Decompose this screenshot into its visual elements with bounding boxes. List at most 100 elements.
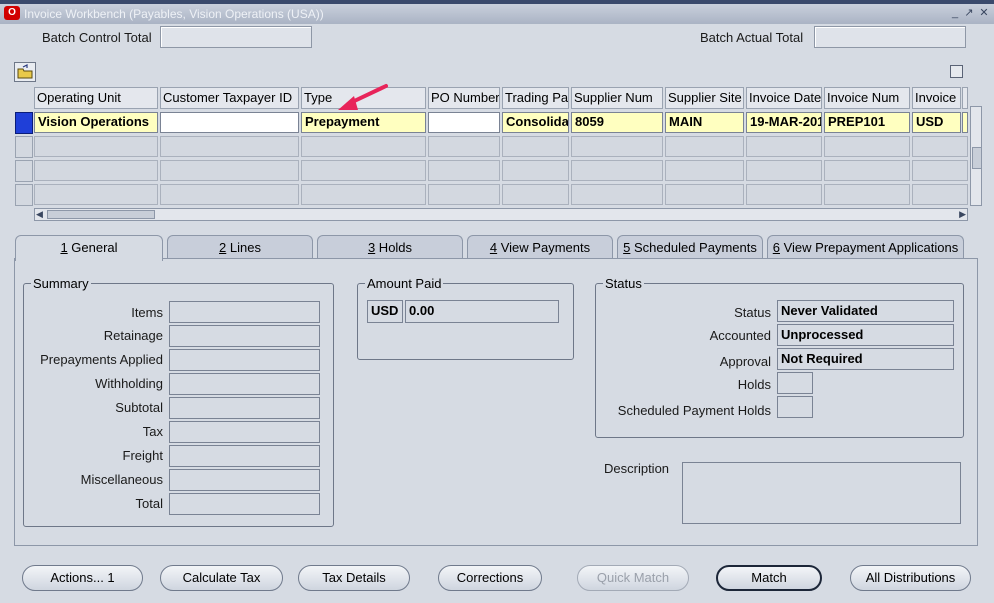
grid-cell[interactable] <box>428 136 500 157</box>
items-field[interactable] <box>169 301 320 323</box>
grid-cell[interactable] <box>665 184 744 205</box>
folder-checkbox[interactable] <box>950 65 963 78</box>
scheduled-payment-holds-field[interactable] <box>777 396 813 418</box>
prepayments-applied-field[interactable] <box>169 349 320 371</box>
grid-cell[interactable] <box>746 160 822 181</box>
invoice-currency-cell[interactable]: USD <box>912 112 961 133</box>
match-button[interactable]: Match <box>716 565 822 591</box>
grid-cell[interactable] <box>160 136 299 157</box>
tab-view-prepayment-applications[interactable]: 6 View Prepayment Applications <box>767 235 964 259</box>
batch-actual-total-field[interactable] <box>814 26 966 48</box>
invoice-num-cell[interactable]: PREP101 <box>824 112 910 133</box>
grid-cell[interactable] <box>502 136 569 157</box>
folder-icon[interactable] <box>14 62 36 82</box>
grid-cell[interactable] <box>665 136 744 157</box>
actions-button[interactable]: Actions... 1 <box>22 565 143 591</box>
grid-cell[interactable] <box>746 136 822 157</box>
grid-cell[interactable] <box>34 136 158 157</box>
row-indicator[interactable] <box>15 136 33 158</box>
grid-cell[interactable] <box>912 184 968 205</box>
approval-value-field[interactable]: Not Required <box>777 348 954 370</box>
subtotal-field[interactable] <box>169 397 320 419</box>
col-header-trading-partner[interactable]: Trading Pa <box>502 87 569 109</box>
grid-cell[interactable] <box>301 184 426 205</box>
trading-partner-cell[interactable]: Consolida <box>502 112 569 133</box>
overflow-cell <box>962 112 968 133</box>
minimize-icon[interactable]: _ <box>948 6 962 20</box>
grid-cell[interactable] <box>160 160 299 181</box>
grid-cell[interactable] <box>34 184 158 205</box>
grid-cell[interactable] <box>428 160 500 181</box>
col-header-invoice-num[interactable]: Invoice Num <box>824 87 910 109</box>
grid-cell[interactable] <box>428 184 500 205</box>
grid-cell[interactable] <box>746 184 822 205</box>
holds-field[interactable] <box>777 372 813 394</box>
scroll-left-icon[interactable]: ◀ <box>36 210 43 219</box>
tab-lines-label: Lines <box>226 240 261 255</box>
horizontal-scroll-thumb[interactable] <box>47 210 155 219</box>
scroll-right-icon[interactable]: ▶ <box>959 210 966 219</box>
col-header-supplier-site[interactable]: Supplier Site <box>665 87 744 109</box>
miscellaneous-label: Miscellaneous <box>80 472 163 487</box>
corrections-button[interactable]: Corrections <box>438 565 542 591</box>
accounted-value-field[interactable]: Unprocessed <box>777 324 954 346</box>
description-field[interactable] <box>682 462 961 524</box>
col-header-po-number[interactable]: PO Number <box>428 87 500 109</box>
po-number-cell[interactable] <box>428 112 500 133</box>
col-header-operating-unit[interactable]: Operating Unit <box>34 87 158 109</box>
grid-cell[interactable] <box>502 160 569 181</box>
grid-cell[interactable] <box>912 136 968 157</box>
operating-unit-cell[interactable]: Vision Operations <box>34 112 158 133</box>
grid-cell[interactable] <box>34 160 158 181</box>
grid-cell[interactable] <box>912 160 968 181</box>
tax-details-button[interactable]: Tax Details <box>298 565 410 591</box>
tab-view-payments[interactable]: 4 View Payments <box>467 235 613 259</box>
quick-match-button[interactable]: Quick Match <box>577 565 689 591</box>
all-distributions-button[interactable]: All Distributions <box>850 565 971 591</box>
grid-cell[interactable] <box>571 136 663 157</box>
total-field[interactable] <box>169 493 320 515</box>
col-header-supplier-num[interactable]: Supplier Num <box>571 87 663 109</box>
freight-field[interactable] <box>169 445 320 467</box>
grid-cell[interactable] <box>571 184 663 205</box>
tax-field[interactable] <box>169 421 320 443</box>
scheduled-payment-holds-label: Scheduled Payment Holds <box>617 403 771 418</box>
supplier-site-cell[interactable]: MAIN <box>665 112 744 133</box>
grid-cell[interactable] <box>301 136 426 157</box>
grid-horizontal-scrollbar[interactable]: ◀ ▶ <box>34 208 968 221</box>
grid-cell[interactable] <box>301 160 426 181</box>
grid-cell[interactable] <box>502 184 569 205</box>
amount-paid-currency-field[interactable]: USD <box>367 300 403 323</box>
row-indicator[interactable] <box>15 160 33 182</box>
tab-holds[interactable]: 3 Holds <box>317 235 463 259</box>
withholding-field[interactable] <box>169 373 320 395</box>
grid-cell[interactable] <box>571 160 663 181</box>
vertical-scroll-thumb[interactable] <box>972 147 982 169</box>
col-header-invoice-date[interactable]: Invoice Date <box>746 87 822 109</box>
miscellaneous-field[interactable] <box>169 469 320 491</box>
amount-paid-value-field[interactable]: 0.00 <box>405 300 559 323</box>
grid-vertical-scrollbar[interactable] <box>970 106 982 206</box>
customer-taxpayer-id-cell[interactable] <box>160 112 299 133</box>
col-header-invoice-currency[interactable]: Invoice <box>912 87 961 109</box>
close-icon[interactable]: ✕ <box>977 6 991 20</box>
retainage-field[interactable] <box>169 325 320 347</box>
calculate-tax-button[interactable]: Calculate Tax <box>160 565 283 591</box>
batch-control-total-field[interactable] <box>160 26 312 48</box>
grid-cell[interactable] <box>824 136 910 157</box>
subtotal-label: Subtotal <box>115 400 163 415</box>
row-indicator[interactable] <box>15 184 33 206</box>
tab-scheduled-payments[interactable]: 5 Scheduled Payments <box>617 235 763 259</box>
col-header-customer-taxpayer-id[interactable]: Customer Taxpayer ID <box>160 87 299 109</box>
grid-cell[interactable] <box>824 184 910 205</box>
grid-cell[interactable] <box>160 184 299 205</box>
grid-cell[interactable] <box>665 160 744 181</box>
tab-lines[interactable]: 2 Lines <box>167 235 313 259</box>
tab-general[interactable]: 1 General <box>15 235 163 261</box>
status-value-field[interactable]: Never Validated <box>777 300 954 322</box>
invoice-date-cell[interactable]: 19-MAR-201 <box>746 112 822 133</box>
grid-cell[interactable] <box>824 160 910 181</box>
row-indicator-current[interactable] <box>15 112 33 134</box>
maximize-icon[interactable]: ↗ <box>962 6 976 20</box>
supplier-num-cell[interactable]: 8059 <box>571 112 663 133</box>
